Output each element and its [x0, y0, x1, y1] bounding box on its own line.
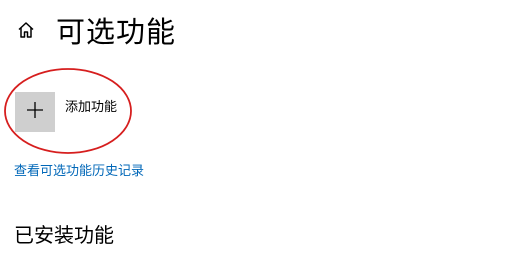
add-feature-tile[interactable] — [15, 92, 55, 132]
view-history-link[interactable]: 查看可选功能历史记录 — [14, 160, 144, 179]
add-feature-label: 添加功能 — [65, 100, 118, 115]
installed-features-heading: 已安装功能 — [14, 223, 114, 247]
add-feature-button[interactable]: 添加功能 — [15, 92, 117, 132]
optional-features-page: 可选功能 添加功能 查看可选功能历史记录 已安装功能 — [0, 0, 526, 254]
plus-icon — [26, 101, 44, 123]
page-title: 可选功能 — [56, 15, 177, 49]
home-icon[interactable] — [14, 18, 38, 42]
page-header: 可选功能 — [14, 8, 176, 52]
